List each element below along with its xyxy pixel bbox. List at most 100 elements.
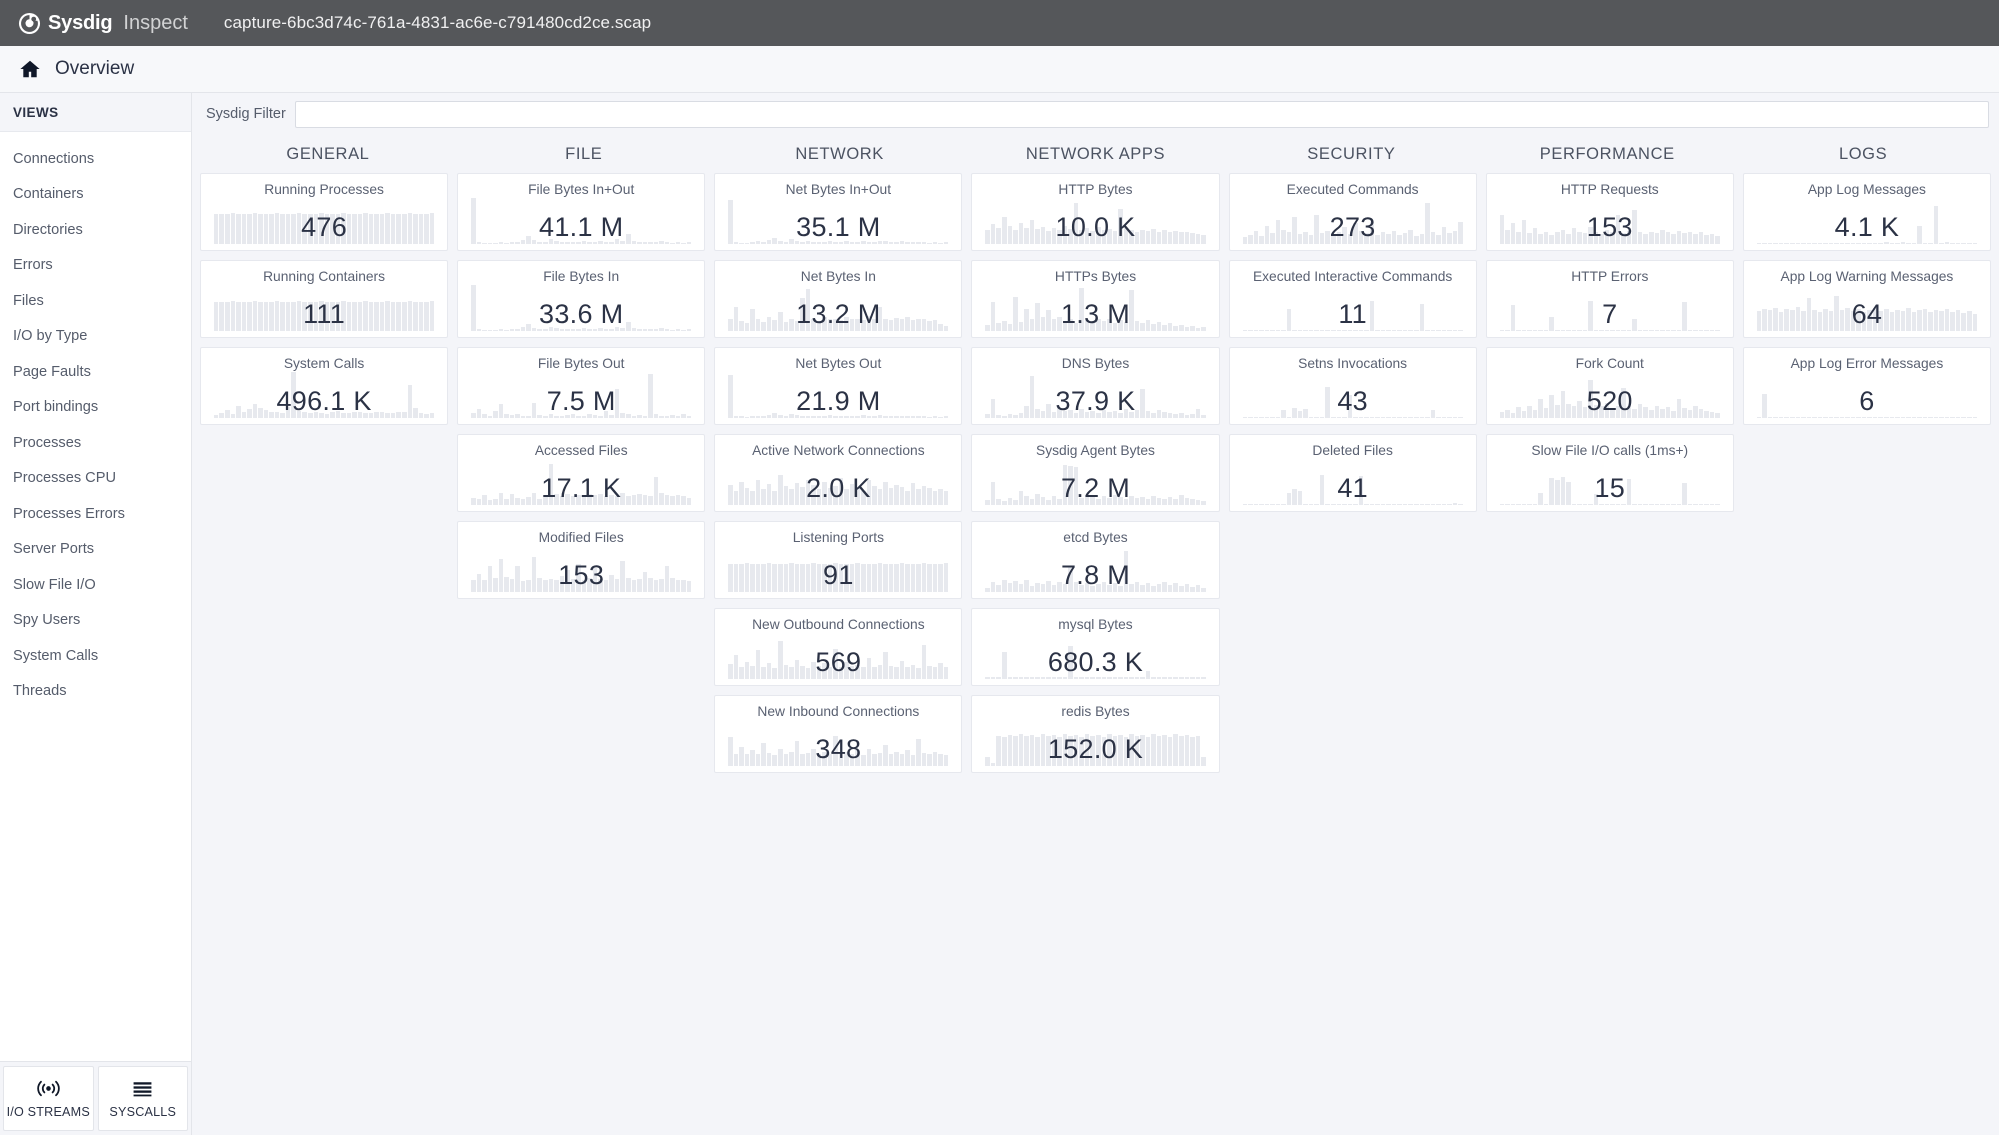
metric-card[interactable]: Running Processes476: [200, 173, 448, 251]
metric-card-title: Net Bytes In: [715, 269, 961, 284]
sidebar-item-server-ports[interactable]: Server Ports: [0, 532, 191, 568]
sidebar-item-directories[interactable]: Directories: [0, 212, 191, 248]
metric-card-title: Running Containers: [201, 269, 447, 284]
tab-io-streams-label: I/O STREAMS: [7, 1105, 90, 1119]
metric-sparkline: [1487, 283, 1733, 331]
sidebar-item-threads[interactable]: Threads: [0, 674, 191, 710]
metric-card[interactable]: Modified Files153: [457, 521, 705, 599]
metric-sparkline: [201, 283, 447, 331]
tab-io-streams[interactable]: I/O STREAMS: [3, 1066, 94, 1131]
list-lines-icon: [130, 1079, 155, 1098]
metric-card[interactable]: Active Network Connections2.0 K: [714, 434, 962, 512]
metric-card[interactable]: Setns Invocations43: [1229, 347, 1477, 425]
metric-card-title: Deleted Files: [1230, 443, 1476, 458]
sidebar: VIEWS ConnectionsContainersDirectoriesEr…: [0, 93, 192, 1135]
metric-card[interactable]: mysql Bytes680.3 K: [971, 608, 1219, 686]
metric-card-title: System Calls: [201, 356, 447, 371]
metric-card[interactable]: App Log Error Messages6: [1743, 347, 1991, 425]
metrics-grid: GENERALFILENETWORKNETWORK APPSSECURITYPE…: [192, 135, 1999, 1135]
sidebar-item-processes-errors[interactable]: Processes Errors: [0, 496, 191, 532]
metric-card[interactable]: Accessed Files17.1 K: [457, 434, 705, 512]
metric-sparkline: [1744, 196, 1990, 244]
metric-card[interactable]: App Log Messages4.1 K: [1743, 173, 1991, 251]
metric-card[interactable]: Slow File I/O calls (1ms+)15: [1486, 434, 1734, 512]
metric-card-title: HTTP Errors: [1487, 269, 1733, 284]
metric-sparkline: [715, 370, 961, 418]
metric-card-title: App Log Error Messages: [1744, 356, 1990, 371]
metric-column: HTTP Bytes10.0 K HTTPs Bytes1.3 M DNS Byte…: [971, 173, 1219, 773]
sidebar-item-slow-file-i-o[interactable]: Slow File I/O: [0, 567, 191, 603]
metric-sparkline: [458, 544, 704, 592]
metric-card[interactable]: HTTP Bytes10.0 K: [971, 173, 1219, 251]
metric-columns: Running Processes476 Running Containers11…: [200, 173, 1991, 773]
metric-card[interactable]: App Log Warning Messages64: [1743, 260, 1991, 338]
metric-sparkline: [1230, 370, 1476, 418]
metric-card-title: Executed Commands: [1230, 182, 1476, 197]
metric-sparkline: [458, 457, 704, 505]
metric-card[interactable]: Deleted Files41: [1229, 434, 1477, 512]
metric-column: File Bytes In+Out41.1 M File Bytes In33.6…: [457, 173, 705, 599]
metric-sparkline: [715, 457, 961, 505]
metric-card[interactable]: HTTP Errors7: [1486, 260, 1734, 338]
metric-card-title: File Bytes In+Out: [458, 182, 704, 197]
sidebar-item-errors[interactable]: Errors: [0, 248, 191, 284]
metric-card-title: Net Bytes Out: [715, 356, 961, 371]
metric-card[interactable]: File Bytes Out7.5 M: [457, 347, 705, 425]
metric-card[interactable]: Executed Commands273: [1229, 173, 1477, 251]
metric-card[interactable]: New Inbound Connections348: [714, 695, 962, 773]
metric-card[interactable]: New Outbound Connections569: [714, 608, 962, 686]
sidebar-item-processes-cpu[interactable]: Processes CPU: [0, 461, 191, 497]
metric-card[interactable]: Sysdig Agent Bytes7.2 M: [971, 434, 1219, 512]
sidebar-item-containers[interactable]: Containers: [0, 177, 191, 213]
metric-card[interactable]: Fork Count520: [1486, 347, 1734, 425]
title-bar: Sysdig Inspect capture-6bc3d74c-761a-483…: [0, 0, 1999, 46]
metric-card-title: etcd Bytes: [972, 530, 1218, 545]
metric-card-title: Net Bytes In+Out: [715, 182, 961, 197]
home-icon[interactable]: [19, 58, 41, 80]
metric-sparkline: [972, 544, 1218, 592]
metric-sparkline: [201, 370, 447, 418]
metric-card[interactable]: Net Bytes In13.2 M: [714, 260, 962, 338]
metric-card[interactable]: Executed Interactive Commands11: [1229, 260, 1477, 338]
metric-sparkline: [1230, 457, 1476, 505]
metric-card[interactable]: DNS Bytes37.9 K: [971, 347, 1219, 425]
metric-card[interactable]: etcd Bytes7.8 M: [971, 521, 1219, 599]
metric-sparkline: [715, 283, 961, 331]
sidebar-item-i-o-by-type[interactable]: I/O by Type: [0, 319, 191, 355]
metric-card[interactable]: redis Bytes152.0 K: [971, 695, 1219, 773]
sidebar-item-page-faults[interactable]: Page Faults: [0, 354, 191, 390]
sidebar-item-port-bindings[interactable]: Port bindings: [0, 390, 191, 426]
sidebar-item-files[interactable]: Files: [0, 283, 191, 319]
metric-sparkline: [972, 196, 1218, 244]
metric-card[interactable]: Net Bytes In+Out35.1 M: [714, 173, 962, 251]
metric-card-title: App Log Warning Messages: [1744, 269, 1990, 284]
sidebar-item-processes[interactable]: Processes: [0, 425, 191, 461]
metric-card[interactable]: HTTPs Bytes1.3 M: [971, 260, 1219, 338]
metric-card[interactable]: Running Containers111: [200, 260, 448, 338]
metric-card[interactable]: HTTP Requests153: [1486, 173, 1734, 251]
metric-card-title: App Log Messages: [1744, 182, 1990, 197]
metric-card[interactable]: Listening Ports91: [714, 521, 962, 599]
sidebar-item-spy-users[interactable]: Spy Users: [0, 603, 191, 639]
main-content: Sysdig Filter GENERALFILENETWORKNETWORK …: [192, 93, 1999, 1135]
metric-card-title: mysql Bytes: [972, 617, 1218, 632]
metric-card-title: New Inbound Connections: [715, 704, 961, 719]
metric-card-title: DNS Bytes: [972, 356, 1218, 371]
sysdig-filter-input[interactable]: [295, 101, 1989, 128]
sidebar-item-system-calls[interactable]: System Calls: [0, 638, 191, 674]
metric-sparkline: [972, 370, 1218, 418]
metric-sparkline: [715, 631, 961, 679]
metric-column: Net Bytes In+Out35.1 M Net Bytes In13.2 M…: [714, 173, 962, 773]
sidebar-section-title: VIEWS: [0, 93, 191, 132]
app-logo: Sysdig Inspect: [18, 12, 188, 35]
metric-card[interactable]: System Calls496.1 K: [200, 347, 448, 425]
metric-card-title: Running Processes: [201, 182, 447, 197]
metric-card[interactable]: File Bytes In33.6 M: [457, 260, 705, 338]
metric-sparkline: [1487, 457, 1733, 505]
metric-card[interactable]: File Bytes In+Out41.1 M: [457, 173, 705, 251]
metric-card[interactable]: Net Bytes Out21.9 M: [714, 347, 962, 425]
logo-product-text: Inspect: [123, 12, 187, 35]
metric-card-title: Listening Ports: [715, 530, 961, 545]
sidebar-item-connections[interactable]: Connections: [0, 141, 191, 177]
tab-syscalls[interactable]: SYSCALLS: [98, 1066, 189, 1131]
